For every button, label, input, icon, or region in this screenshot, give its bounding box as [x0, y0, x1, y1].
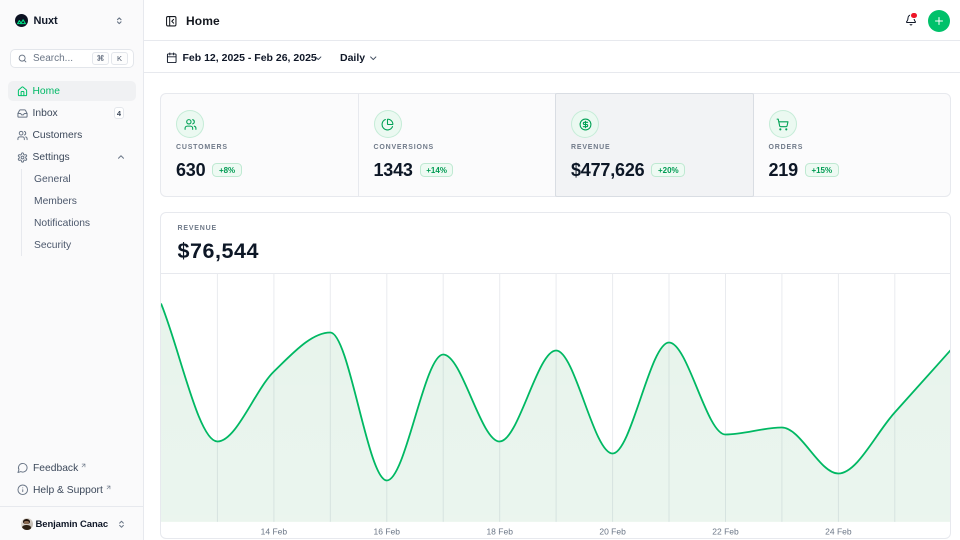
svg-text:20 Feb: 20 Feb [599, 527, 626, 537]
svg-text:14 Feb: 14 Feb [261, 527, 288, 537]
svg-text:16 Feb: 16 Feb [374, 527, 401, 537]
svg-text:22 Feb: 22 Feb [712, 527, 739, 537]
svg-text:24 Feb: 24 Feb [825, 527, 852, 537]
svg-text:18 Feb: 18 Feb [486, 527, 513, 537]
